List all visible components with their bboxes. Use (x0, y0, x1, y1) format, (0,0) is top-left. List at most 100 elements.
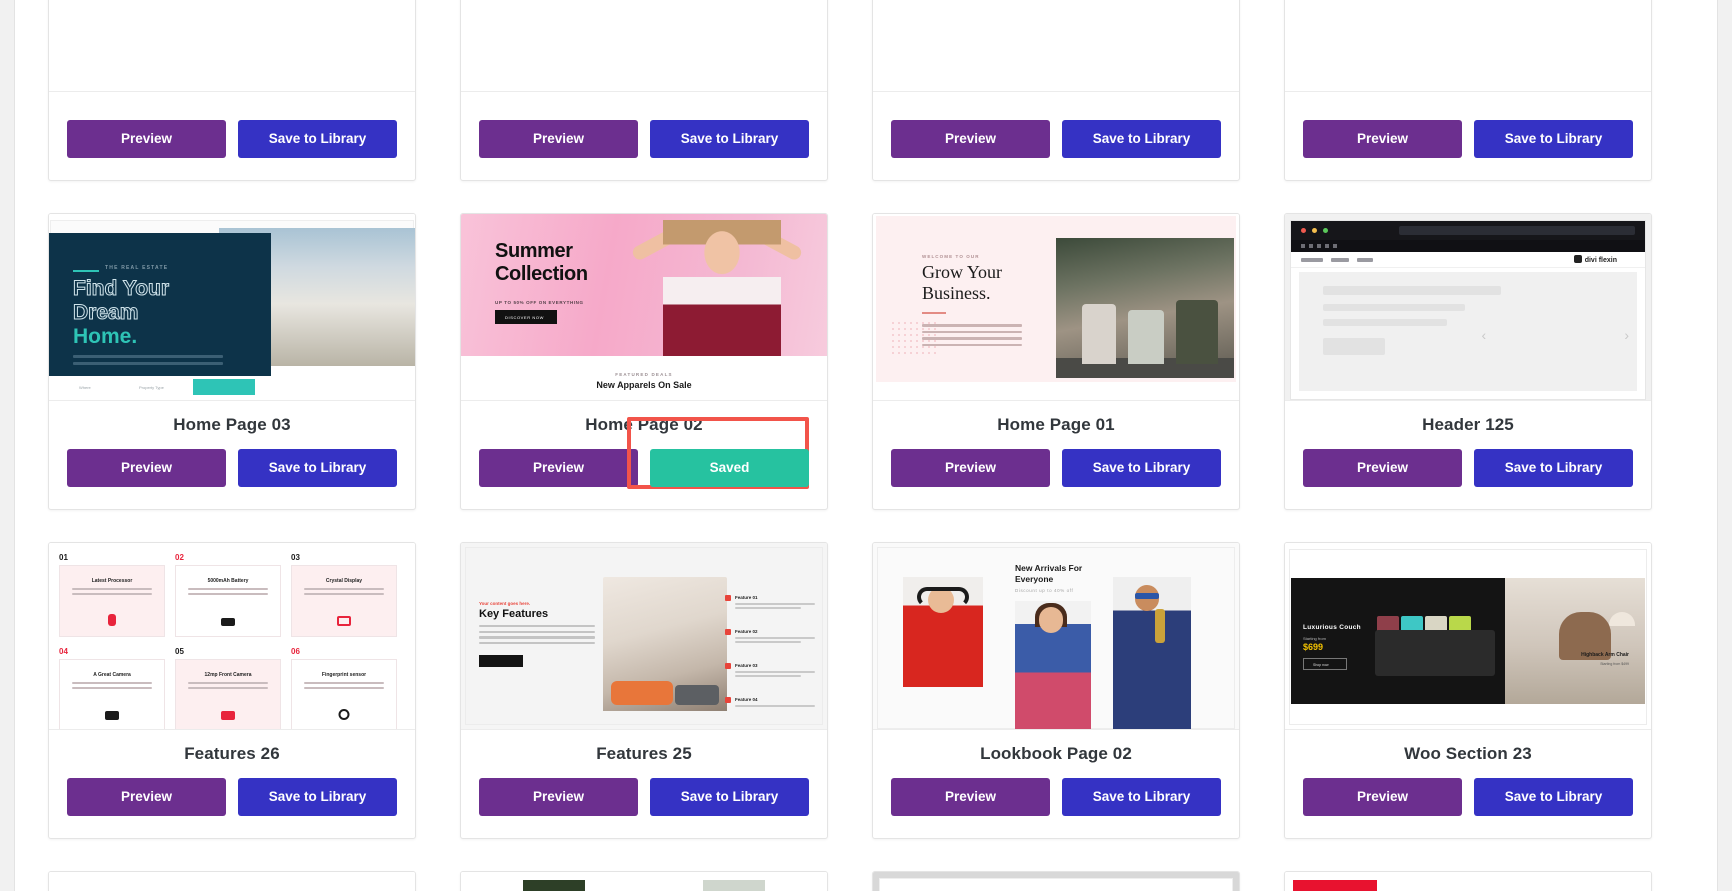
template-thumbnail[interactable]: ▲ (1285, 872, 1651, 891)
sunglasses-icon (1135, 593, 1159, 599)
preview-button[interactable]: Preview (67, 449, 226, 487)
sofa-shape (611, 681, 673, 705)
side-product-price: Starting from $499 (1600, 662, 1629, 666)
preview-button[interactable]: Preview (479, 449, 638, 487)
shop-now-button: Shop now (1303, 658, 1347, 670)
hero-search-button (193, 379, 255, 395)
template-thumbnail-woo-section-23[interactable]: Highback Arm Chair Starting from $499 Lu… (1285, 543, 1651, 730)
preview-button[interactable]: Preview (1303, 449, 1462, 487)
card-actions: Preview Save to Library (1303, 449, 1633, 487)
template-card-home-page-03[interactable]: THE REAL ESTATE Find Your Dream Home. Wh… (48, 213, 416, 510)
save-to-library-button[interactable]: Save to Library (1062, 120, 1221, 158)
save-to-library-button[interactable]: Save to Library (650, 778, 809, 816)
template-card[interactable]: Preview Save to Library (460, 0, 828, 181)
template-thumbnail[interactable] (461, 0, 827, 92)
preview-button[interactable]: Preview (891, 449, 1050, 487)
template-thumbnail-features-25[interactable]: Your content goes here. Key Features Fea… (461, 543, 827, 730)
site-topbar (1291, 240, 1645, 252)
traffic-light-red-icon (1301, 228, 1306, 233)
template-card-plants-decors[interactable]: SHOP ONLINE Plants & Decors Preview Save… (48, 871, 416, 891)
feature-bullet-icon (725, 629, 731, 635)
card-actions: Preview Save to Library (67, 449, 397, 487)
save-to-library-button[interactable]: Save to Library (1474, 120, 1633, 158)
save-to-library-button[interactable]: Save to Library (1062, 778, 1221, 816)
sofa-shape-secondary (675, 685, 719, 705)
feature-cell: Fingerprint sensor (291, 659, 397, 729)
feature-item: Feature 04 (725, 697, 821, 707)
template-card[interactable]: Preview Save to Library (1284, 0, 1652, 181)
template-thumbnail[interactable] (873, 0, 1239, 92)
template-card-features-26[interactable]: 01 Latest Processor 02 5000mAh Battery 0… (48, 542, 416, 839)
template-thumbnail[interactable] (873, 872, 1239, 891)
preview-button[interactable]: Preview (1303, 778, 1462, 816)
page-gutter-right (1718, 0, 1732, 891)
feature-title: New Apparels On Sale (596, 380, 692, 390)
couch-photo: Luxurious Couch Starting from $699 Shop … (1291, 578, 1505, 704)
couch-shape (1375, 630, 1495, 676)
person-center (1128, 310, 1164, 364)
section-kicker: Your content goes here. (479, 601, 531, 606)
template-card-home-page-02[interactable]: Summer Collection UP TO 50% OFF ON EVERY… (460, 213, 828, 510)
feature-cell: 12mp Front Camera (175, 659, 281, 729)
save-to-library-button[interactable]: Save to Library (238, 778, 397, 816)
feature-bullet-icon (725, 663, 731, 669)
template-thumbnail-lookbook-page-02[interactable]: New Arrivals For Everyone Discount up to… (873, 543, 1239, 730)
template-thumbnail-home-page-02[interactable]: Summer Collection UP TO 50% OFF ON EVERY… (461, 214, 827, 401)
feature-number: 03 (291, 553, 300, 562)
preview-button[interactable]: Preview (1303, 120, 1462, 158)
preview-button[interactable]: Preview (479, 778, 638, 816)
preview-button[interactable]: Preview (891, 120, 1050, 158)
feature-title: 12mp Front Camera (204, 672, 252, 678)
template-thumbnail-home-page-01[interactable]: WELCOME TO OUR Grow Your Business. (873, 214, 1239, 401)
product-price: $699 (1303, 642, 1324, 652)
saved-button[interactable]: Saved (650, 449, 809, 487)
save-to-library-button[interactable]: Save to Library (238, 120, 397, 158)
template-thumbnail-features-26[interactable]: 01 Latest Processor 02 5000mAh Battery 0… (49, 543, 415, 730)
feature-title: Crystal Display (325, 578, 363, 584)
section-frame (879, 878, 1233, 891)
template-thumbnail[interactable] (49, 0, 415, 92)
hero-headline: Find Your Dream Home. (72, 277, 170, 349)
save-to-library-button[interactable]: Save to Library (1474, 449, 1633, 487)
save-to-library-button[interactable]: Save to Library (238, 449, 397, 487)
template-title: Woo Section 23 (1404, 744, 1532, 763)
feature-item: Feature 02 (725, 629, 821, 643)
battery-icon (221, 618, 235, 626)
feature-bullet-icon (725, 697, 731, 703)
template-card[interactable]: Preview Save to Library (48, 0, 416, 181)
template-card-features-25[interactable]: Your content goes here. Key Features Fea… (460, 542, 828, 839)
feature-number: 01 (59, 553, 68, 562)
template-card-our-team[interactable]: Our Team Preview Save to Library (460, 871, 828, 891)
preview-button[interactable]: Preview (67, 120, 226, 158)
preview-button[interactable]: Preview (891, 778, 1050, 816)
feature-number: 04 (59, 647, 68, 656)
carousel-prev-icon[interactable]: ‹ (1482, 327, 1487, 343)
template-card-woo-section-23[interactable]: Highback Arm Chair Starting from $499 Lu… (1284, 542, 1652, 839)
browser-window-mock: divi flexin ‹ › (1290, 220, 1646, 400)
template-thumbnail-plants-decors[interactable]: SHOP ONLINE Plants & Decors (49, 872, 415, 891)
template-thumbnail-header-125[interactable]: divi flexin ‹ › (1285, 214, 1651, 401)
team-photo-right (703, 880, 765, 891)
site-logo: divi flexin (1573, 255, 1617, 264)
template-card[interactable]: ▲ Preview Save to Library (1284, 871, 1652, 891)
save-to-library-button[interactable]: Save to Library (650, 120, 809, 158)
section-cta-button (479, 655, 523, 667)
preview-button[interactable]: Preview (479, 120, 638, 158)
template-thumbnail-our-team[interactable]: Our Team (461, 872, 827, 891)
template-card-lookbook-page-02[interactable]: New Arrivals For Everyone Discount up to… (872, 542, 1240, 839)
card-actions: Preview Save to Library (1303, 120, 1633, 158)
template-card[interactable]: Preview Save to Library (872, 871, 1240, 891)
template-thumbnail[interactable] (1285, 0, 1651, 92)
carousel-next-icon[interactable]: › (1624, 327, 1629, 343)
save-to-library-button[interactable]: Save to Library (1474, 778, 1633, 816)
template-card-header-125[interactable]: divi flexin ‹ › Header 125 Preview Save … (1284, 213, 1652, 510)
template-card-home-page-01[interactable]: WELCOME TO OUR Grow Your Business. Home … (872, 213, 1240, 510)
template-thumbnail-home-page-03[interactable]: THE REAL ESTATE Find Your Dream Home. Wh… (49, 214, 415, 401)
preview-button[interactable]: Preview (67, 778, 226, 816)
template-card[interactable]: Preview Save to Library (872, 0, 1240, 181)
template-title: Home Page 03 (173, 415, 291, 434)
person-right (1176, 300, 1218, 364)
save-to-library-button[interactable]: Save to Library (1062, 449, 1221, 487)
feature-number: 02 (175, 553, 184, 562)
card-actions: Preview Save to Library (479, 778, 809, 816)
